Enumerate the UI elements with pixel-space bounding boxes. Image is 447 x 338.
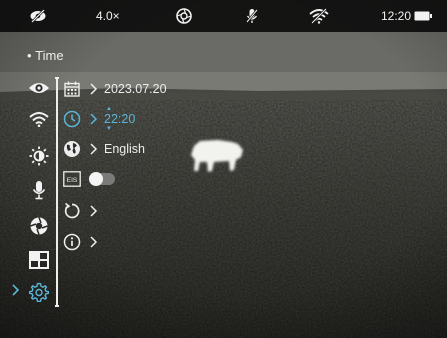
menu-row-time[interactable]: ▲ 22:20 ▼ — [63, 106, 136, 132]
menu-divider-line — [55, 77, 59, 307]
sidebar-item-wifi[interactable] — [27, 108, 51, 130]
section-title: • Time — [27, 48, 64, 63]
clock-icon — [63, 110, 81, 128]
decrement-caret-icon[interactable]: ▼ — [106, 126, 112, 132]
bullet-dot: • — [27, 48, 36, 63]
sidebar-item-display[interactable] — [27, 77, 51, 99]
microphone-icon — [32, 180, 46, 200]
thermal-viewfinder: 4.0× 12:20 • Time 2023.07.20 ▲ 22:20 ▼ E… — [0, 0, 447, 338]
eye-icon — [28, 81, 50, 95]
language-value: English — [104, 142, 145, 156]
sidebar-item-settings[interactable] — [27, 281, 51, 303]
selected-indicator-chevron-icon — [11, 283, 21, 297]
chevron-right-icon — [89, 82, 99, 96]
date-value: 2023.07.20 — [104, 82, 167, 96]
chevron-right-icon — [89, 142, 99, 156]
time-value: 22:20 — [104, 112, 136, 126]
aperture-icon — [29, 216, 49, 236]
grid-icon — [29, 251, 49, 269]
battery-icon — [414, 0, 432, 32]
calendar-icon — [63, 80, 81, 98]
chevron-right-icon — [89, 112, 99, 126]
aperture-icon — [176, 0, 192, 32]
menu-row-info[interactable] — [63, 231, 104, 253]
sidebar-item-layout[interactable] — [27, 249, 51, 271]
menu-row-language[interactable]: English — [63, 138, 145, 160]
wifi-off-icon — [309, 0, 329, 32]
menu-row-reset[interactable] — [63, 200, 104, 222]
mic-off-icon — [246, 0, 258, 32]
menu-row-date[interactable]: 2023.07.20 — [63, 78, 167, 100]
brightness-icon — [29, 146, 49, 166]
sidebar-item-brightness[interactable] — [27, 145, 51, 167]
chevron-right-icon — [89, 235, 99, 249]
eye-off-icon — [29, 0, 47, 32]
eis-icon: EIS — [63, 170, 81, 188]
time-value-editor[interactable]: ▲ 22:20 ▼ — [104, 106, 136, 132]
zoom-level: 4.0× — [96, 9, 120, 23]
sidebar-item-audio[interactable] — [27, 179, 51, 201]
section-title-text: Time — [35, 48, 64, 63]
globe-icon — [63, 140, 81, 158]
settings-gear-icon — [29, 282, 49, 302]
toggle-knob — [89, 172, 103, 186]
eis-icon-text: EIS — [67, 177, 78, 184]
reset-icon — [63, 202, 81, 220]
info-icon — [63, 233, 81, 251]
wifi-icon — [29, 111, 49, 127]
status-bar: 4.0× 12:20 — [0, 0, 447, 32]
eis-toggle[interactable] — [89, 172, 115, 186]
sidebar-item-recording[interactable] — [27, 215, 51, 237]
increment-caret-icon[interactable]: ▲ — [106, 106, 112, 112]
clock-time: 12:20 — [381, 9, 412, 23]
chevron-right-icon — [89, 204, 99, 218]
menu-row-eis[interactable]: EIS — [63, 168, 115, 190]
